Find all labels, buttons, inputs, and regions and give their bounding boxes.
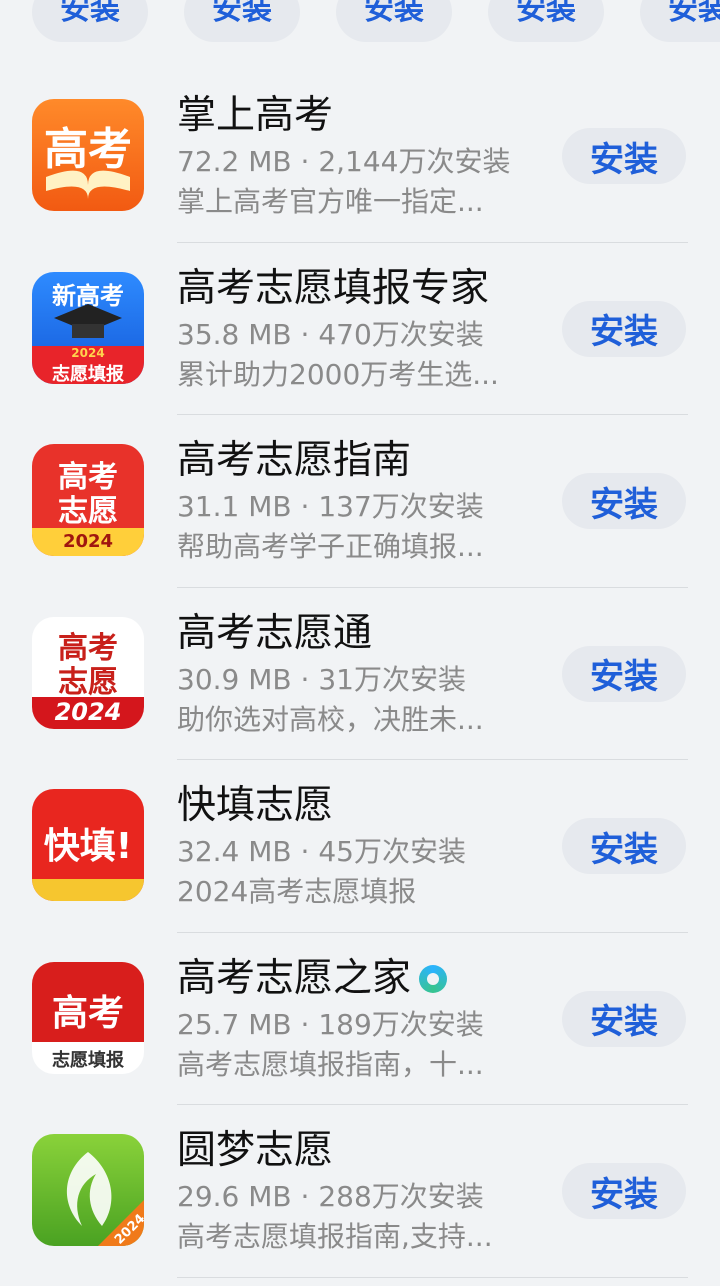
app-meta: 29.6 MB · 288万次安装 bbox=[177, 1180, 484, 1213]
install-button[interactable]: 安装 bbox=[562, 990, 686, 1047]
app-description: 掌上高考官方唯一指定... bbox=[177, 185, 484, 218]
install-button[interactable]: 安装 bbox=[562, 818, 686, 874]
install-button[interactable]: 安装 bbox=[562, 645, 686, 702]
app-meta: 72.2 MB · 2,144万次安装 bbox=[177, 145, 511, 178]
install-button[interactable]: 安装 bbox=[562, 128, 686, 184]
app-list: 高考 掌上高考 72.2 MB · 2,144万次安装 掌上高考官方唯一指定..… bbox=[0, 70, 720, 1278]
app-meta: 25.7 MB · 189万次安装 bbox=[177, 1007, 484, 1041]
list-item[interactable]: 快填! 快填志愿 32.4 MB · 45万次安装 2024高考志愿填报 安装 bbox=[0, 760, 720, 933]
gaokao-zhiyuan-icon[interactable]: 高考 志愿 2024 bbox=[32, 444, 144, 556]
app-description: 2024高考志愿填报 bbox=[177, 875, 417, 908]
list-item[interactable]: 2024 圆梦志愿 29.6 MB · 288万次安装 高考志愿填报指南,支持.… bbox=[0, 1105, 720, 1278]
app-description: 累计助力2000万考生选... bbox=[177, 357, 499, 391]
divider bbox=[177, 1276, 688, 1278]
app-description: 高考志愿填报指南，十... bbox=[177, 1047, 484, 1081]
app-meta: 32.4 MB · 45万次安装 bbox=[177, 835, 466, 868]
app-name: 高考志愿填报专家 bbox=[177, 265, 490, 311]
app-description: 助你选对高校，决胜未... bbox=[177, 702, 484, 736]
app-meta: 30.9 MB · 31万次安装 bbox=[177, 662, 466, 696]
list-item[interactable]: 高考 志愿 2024 高考志愿指南 31.1 MB · 137万次安装 帮助高考… bbox=[0, 415, 720, 588]
app-name: 圆梦志愿 bbox=[177, 1128, 334, 1173]
app-name: 快填志愿 bbox=[177, 783, 334, 828]
app-name: 高考志愿之家 bbox=[177, 953, 547, 1005]
install-button[interactable]: 安装 bbox=[488, 0, 604, 42]
install-button[interactable]: 安装 bbox=[32, 0, 148, 42]
app-name: 高考志愿通 bbox=[177, 610, 373, 656]
install-button[interactable]: 安装 bbox=[562, 473, 686, 529]
yuanmeng-leaf-icon[interactable]: 2024 bbox=[32, 1134, 144, 1246]
app-description: 高考志愿填报指南,支持... bbox=[177, 1220, 493, 1253]
app-meta: 35.8 MB · 470万次安装 bbox=[177, 317, 484, 351]
graduation-cap-icon[interactable]: 新高考 2024 志愿填报 bbox=[32, 271, 144, 384]
app-meta: 31.1 MB · 137万次安装 bbox=[177, 490, 484, 523]
install-button[interactable]: 安装 bbox=[184, 0, 300, 42]
gaokao-book-icon[interactable]: 高考 bbox=[32, 99, 144, 211]
app-name: 高考志愿指南 bbox=[177, 438, 412, 483]
install-button[interactable]: 安装 bbox=[562, 1163, 686, 1219]
list-item[interactable]: 新高考 2024 志愿填报 高考志愿填报专家 35.8 MB · 470万次安装… bbox=[0, 243, 720, 415]
install-button[interactable]: 安装 bbox=[562, 300, 686, 357]
kuaitian-icon[interactable]: 快填! bbox=[32, 789, 144, 901]
recommended-strip: 安装 安装 安装 安装 安装 bbox=[0, 0, 720, 60]
verified-badge-icon bbox=[419, 964, 448, 993]
install-button[interactable]: 安装 bbox=[640, 0, 720, 42]
list-item[interactable]: 高考 志愿 2024 高考志愿通 30.9 MB · 31万次安装 助你选对高校… bbox=[0, 588, 720, 760]
install-button[interactable]: 安装 bbox=[336, 0, 452, 42]
gaokao-zhiyuan-calligraphy-icon[interactable]: 高考 志愿 2024 bbox=[32, 616, 144, 729]
list-item[interactable]: 高考 掌上高考 72.2 MB · 2,144万次安装 掌上高考官方唯一指定..… bbox=[0, 70, 720, 243]
app-description: 帮助高考学子正确填报... bbox=[177, 530, 484, 563]
app-name: 掌上高考 bbox=[177, 93, 334, 138]
gaokao-cap-icon[interactable]: 高考 志愿填报 bbox=[32, 961, 144, 1074]
list-item[interactable]: 高考 志愿填报 高考志愿之家 25.7 MB · 189万次安装 高考志愿填报指… bbox=[0, 933, 720, 1105]
